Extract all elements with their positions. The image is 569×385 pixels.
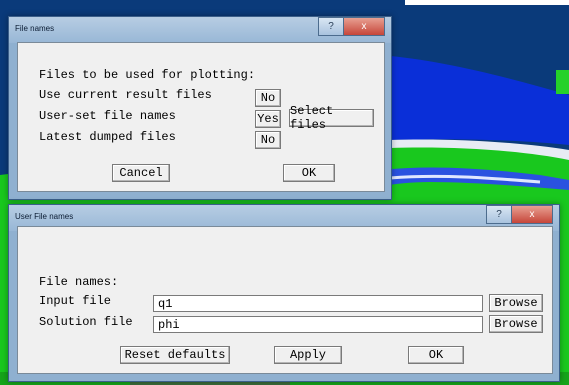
input-file-label: Input file [39,294,112,308]
cancel-button[interactable]: Cancel [112,164,170,182]
window-title: User File names [15,212,74,221]
file-names-panel: Files to be used for plotting: Use curre… [17,42,385,192]
file-names-window: File names ? x Files to be used for plot… [8,16,392,200]
user-set-label: User-set file names [39,109,176,123]
help-button[interactable]: ? [486,205,511,224]
close-button[interactable]: x [343,17,385,36]
solution-file-label: Solution file [39,315,133,329]
browse-solution-button[interactable]: Browse [489,315,543,333]
user-file-names-panel: File names: Input file q1 Browse Solutio… [17,226,553,374]
window-title: File names [15,24,55,33]
browse-input-button[interactable]: Browse [489,294,543,312]
file-names-heading: File names: [39,275,119,289]
use-current-label: Use current result files [39,88,212,102]
latest-dumped-toggle[interactable]: No [255,131,281,149]
use-current-toggle[interactable]: No [255,89,281,107]
input-file-field[interactable]: q1 [153,295,483,312]
select-files-button[interactable]: Select files [289,104,374,132]
files-heading: Files to be used for plotting: [39,68,256,82]
close-button[interactable]: x [511,205,553,224]
apply-button[interactable]: Apply [274,346,342,364]
latest-dumped-label: Latest dumped files [39,130,176,144]
reset-defaults-button[interactable]: Reset defaults [120,346,230,364]
ok-button[interactable]: OK [408,346,464,364]
user-file-names-window: User File names ? x File names: Input fi… [8,204,560,382]
help-button[interactable]: ? [318,17,343,36]
ok-button[interactable]: OK [283,164,335,182]
solution-file-field[interactable]: phi [153,316,483,333]
background-strip [405,0,569,5]
titlebar[interactable]: File names ? x [9,17,391,43]
user-set-toggle[interactable]: Yes [255,110,281,128]
